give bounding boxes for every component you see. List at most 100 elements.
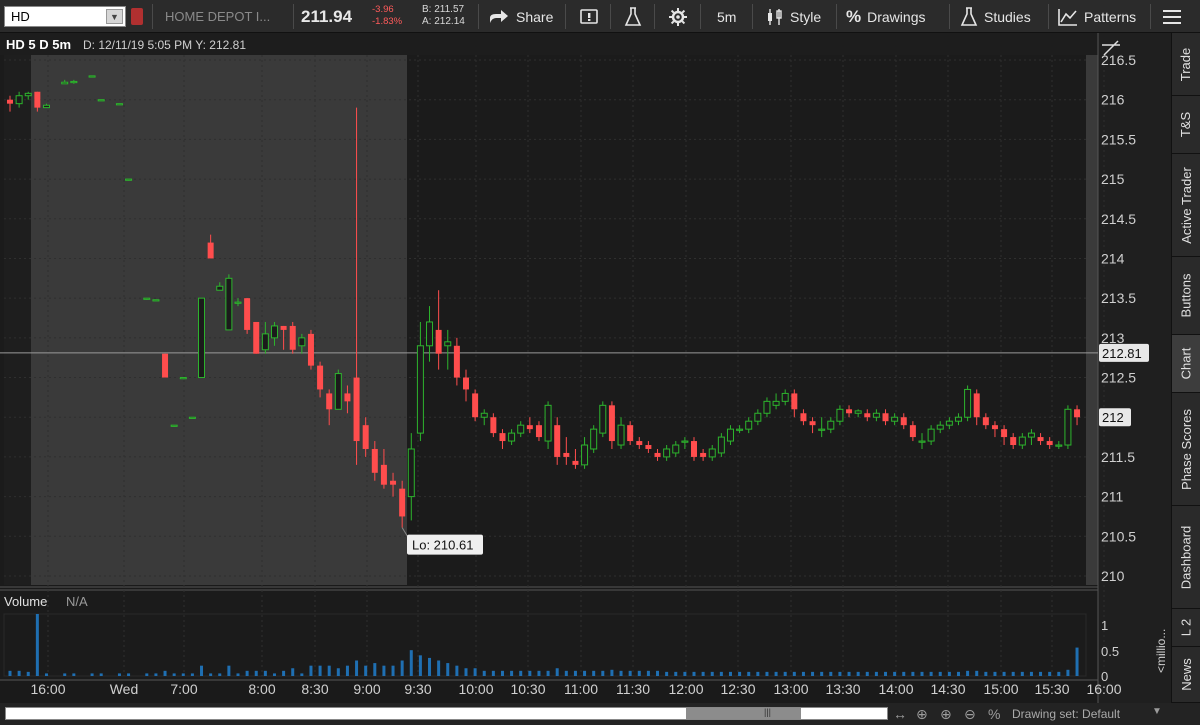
last-price: 211.94: [301, 6, 353, 26]
time-tick-label: 8:00: [248, 681, 275, 697]
link-lock-icon[interactable]: [131, 8, 143, 25]
scrollbar-thumb[interactable]: [686, 708, 801, 719]
drawing-set-dropdown-icon[interactable]: ▼: [1152, 706, 1162, 717]
tab-t-s[interactable]: T&S: [1172, 96, 1200, 154]
volume-bar: [601, 670, 605, 676]
menu-button[interactable]: [1162, 0, 1182, 33]
volume-bar: [90, 673, 94, 676]
interval-button[interactable]: 5m: [717, 0, 736, 33]
symbol-value: HD: [11, 9, 30, 24]
volume-bar: [482, 670, 486, 676]
candle: [590, 425, 598, 453]
volume-bar: [309, 665, 313, 676]
tab-label: News: [1178, 658, 1194, 691]
settings-button[interactable]: [669, 0, 687, 33]
volume-bar: [510, 670, 514, 676]
share-button[interactable]: Share: [488, 0, 553, 33]
expand-icon[interactable]: ↔: [893, 706, 907, 722]
scroll-grip-icon: |||: [764, 707, 772, 717]
volume-bar: [801, 671, 805, 676]
volume-bar: [145, 673, 149, 676]
candle: [253, 321, 260, 354]
zoom-out-icon[interactable]: ⊖: [964, 706, 976, 723]
crosshair-icon[interactable]: ⊕: [916, 706, 928, 723]
volume-bar: [464, 668, 468, 676]
volume-bar: [200, 665, 204, 676]
tab-news[interactable]: News: [1172, 647, 1200, 703]
time-tick-label: 7:00: [170, 681, 197, 697]
tab-label: T&S: [1178, 111, 1194, 138]
candle: [717, 433, 725, 457]
price-tick-label: 216: [1101, 92, 1125, 108]
symbol-input[interactable]: HD ▼: [4, 6, 126, 27]
zoom-in-icon[interactable]: ⊕: [940, 706, 952, 723]
tab-dashboard[interactable]: Dashboard: [1172, 506, 1200, 609]
percent-scale-icon[interactable]: %: [988, 706, 1000, 722]
price-tick-label: 215: [1101, 171, 1125, 187]
volume-bar: [1066, 669, 1070, 676]
candle: [125, 178, 133, 181]
volume-bar: [774, 671, 778, 676]
candle: [188, 416, 196, 419]
last-price-label: 212: [1102, 410, 1124, 425]
volume-bar: [245, 670, 249, 676]
candle: [225, 274, 233, 331]
volume-tick-label: 1: [1101, 618, 1108, 633]
volume-bar: [829, 671, 833, 676]
volume-bar: [966, 670, 970, 676]
horizontal-scrollbar[interactable]: |||: [5, 707, 888, 720]
patterns-label: Patterns: [1084, 8, 1137, 25]
candle: [97, 99, 105, 102]
volume-bar: [291, 668, 295, 676]
tab-phase-scores[interactable]: Phase Scores: [1172, 393, 1200, 506]
volume-bar: [637, 670, 641, 676]
studies-button[interactable]: Studies: [960, 0, 1031, 33]
volume-header: Volume N/A: [0, 590, 1098, 614]
volume-bar: [218, 673, 222, 676]
volume-bar: [756, 671, 760, 676]
separator: [949, 4, 950, 29]
separator: [610, 4, 611, 29]
volume-bar: [336, 668, 340, 676]
bid-ask: B: 211.57 A: 212.14: [422, 4, 465, 28]
candle: [1064, 405, 1072, 449]
volume-bar: [446, 663, 450, 676]
tab-active-trader[interactable]: Active Trader: [1172, 154, 1200, 257]
volume-bar: [747, 671, 751, 676]
volume-bar: [537, 670, 541, 676]
tab-l-2[interactable]: L 2: [1172, 609, 1200, 647]
time-tick-label: 15:00: [983, 681, 1018, 697]
candle: [198, 297, 206, 379]
volume-bar: [956, 671, 960, 676]
patterns-button[interactable]: Patterns: [1058, 0, 1136, 33]
studies-label: Studies: [984, 8, 1031, 25]
flag-button[interactable]: [580, 0, 600, 33]
candle: [289, 321, 296, 354]
flask-button[interactable]: [624, 0, 642, 33]
volume-bar: [1048, 671, 1052, 676]
company-name: HOME DEPOT I...: [165, 9, 271, 24]
tab-trade[interactable]: Trade: [1172, 33, 1200, 96]
candle: [244, 298, 251, 334]
time-tick-label: 15:30: [1034, 681, 1069, 697]
separator: [478, 4, 479, 29]
tab-buttons[interactable]: Buttons: [1172, 257, 1200, 335]
symbol-dropdown-button[interactable]: ▼: [106, 9, 123, 24]
volume-bar: [382, 665, 386, 676]
volume-bar: [209, 673, 213, 676]
volume-bar: [300, 673, 304, 676]
tab-chart[interactable]: Chart: [1172, 335, 1200, 393]
drawings-button[interactable]: % Drawings: [846, 0, 925, 33]
time-tick-label: 13:30: [825, 681, 860, 697]
volume-bar: [738, 671, 742, 676]
volume-bar: [491, 670, 495, 676]
style-button[interactable]: Style: [766, 0, 821, 33]
net-change: -3.96 -1.83%: [372, 4, 402, 28]
drawing-set-label[interactable]: Drawing set: Default: [1012, 707, 1120, 721]
volume-label[interactable]: Volume: [4, 594, 47, 609]
flask-icon: [960, 6, 978, 26]
time-tick-label: 10:30: [510, 681, 545, 697]
volume-bar: [701, 671, 705, 676]
right-sidebar-tabs: Trade T&S Active Trader Buttons Chart Phase S…: [1171, 33, 1200, 703]
volume-bar: [254, 670, 258, 676]
